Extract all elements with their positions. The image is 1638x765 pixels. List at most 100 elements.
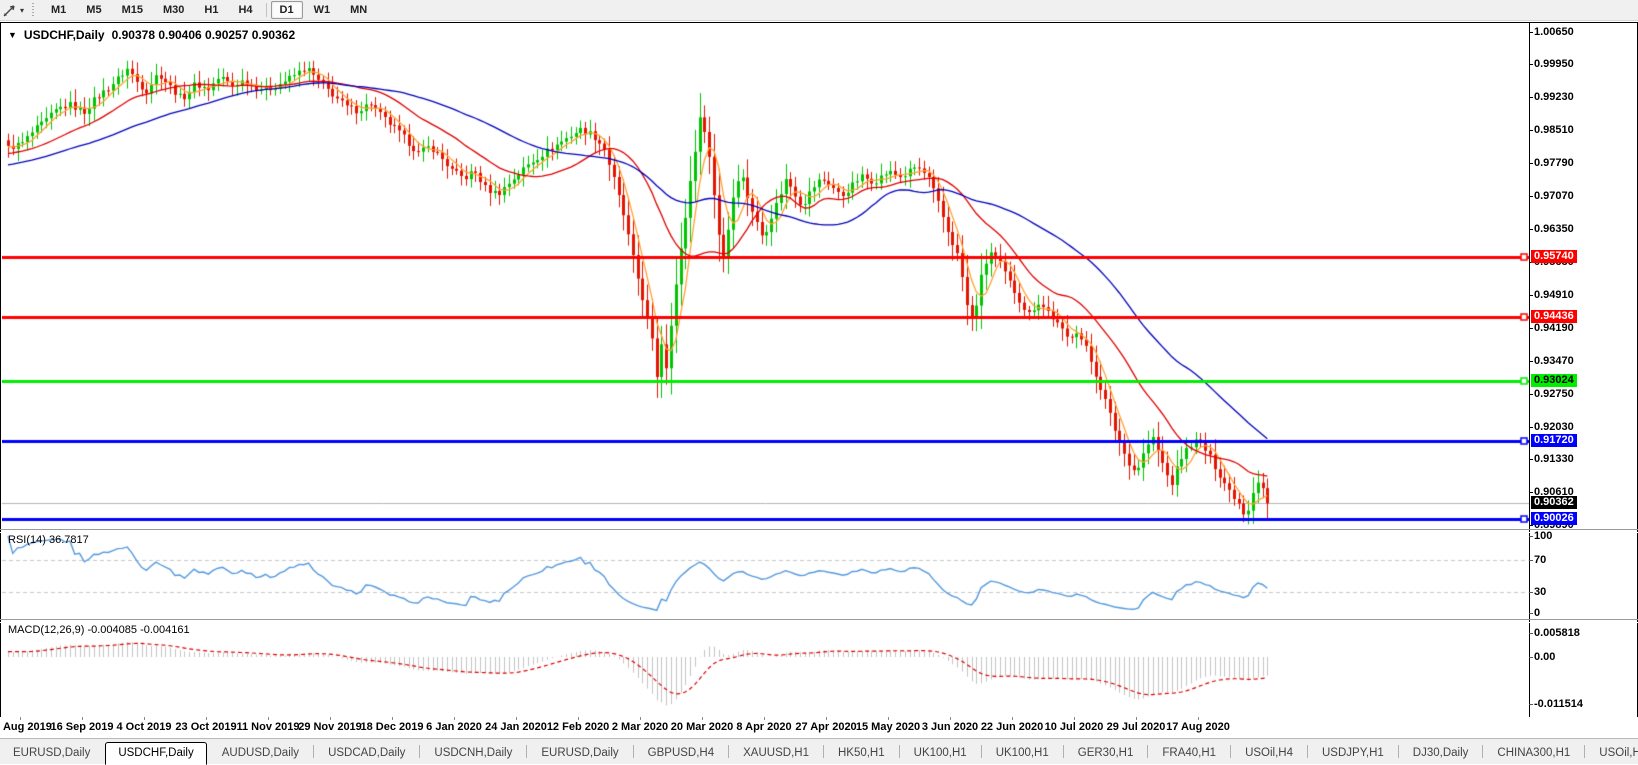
tab-0-eurusd-daily[interactable]: EURUSD,Daily <box>0 743 103 764</box>
tab-8-hk50-h1[interactable]: HK50,H1 <box>825 743 898 764</box>
price-tick-mark <box>1529 130 1533 131</box>
chart-title-ohlc: 0.90378 0.90406 0.90257 0.90362 <box>112 28 296 42</box>
macd-axis-label: 0.00 <box>1534 651 1555 664</box>
tf-button-h1[interactable]: H1 <box>195 1 227 19</box>
tf-button-d1[interactable]: D1 <box>271 1 303 19</box>
current-price-label: 0.90362 <box>1531 496 1577 509</box>
price-tick-label: 0.92030 <box>1534 421 1574 434</box>
tf-button-h4[interactable]: H4 <box>229 1 261 19</box>
chart-title-collapse-icon[interactable]: ▼ <box>8 30 17 40</box>
tab-12-fra40-h1[interactable]: FRA40,H1 <box>1149 743 1229 764</box>
price-tick-label: 0.94190 <box>1534 322 1574 335</box>
cursor-tool-dropdown-icon[interactable]: ▾ <box>20 6 24 15</box>
price-tick-mark <box>1529 64 1533 65</box>
chart-canvas[interactable] <box>2 24 1529 716</box>
tab-9-uk100-h1[interactable]: UK100,H1 <box>901 743 980 764</box>
pane-separator-rsi[interactable] <box>0 529 1638 533</box>
date-label: 17 Aug 2020 <box>1166 721 1230 733</box>
cursor-tool-icon <box>2 3 17 18</box>
date-label: 11 Nov 2019 <box>237 721 300 733</box>
tab-13-usoil-h4[interactable]: USOil,H4 <box>1232 743 1306 764</box>
macd-tick-mark <box>1529 657 1533 658</box>
date-tick-mark <box>516 717 517 720</box>
tab-7-xauusd-h1[interactable]: XAUUSD,H1 <box>730 743 822 764</box>
hline-price-label: 0.91720 <box>1531 434 1577 447</box>
date-label: 20 Mar 2020 <box>671 721 733 733</box>
date-label: 4 Oct 2019 <box>116 721 171 733</box>
hline-price-label: 0.90026 <box>1531 512 1577 525</box>
date-tick-mark <box>888 717 889 720</box>
tab-1-usdchf-daily[interactable]: USDCHF,Daily <box>105 742 206 765</box>
tab-6-gbpusd-h4[interactable]: GBPUSD,H4 <box>635 743 727 764</box>
tab-separator <box>526 745 527 758</box>
date-label: 29 Jul 2020 <box>1107 721 1166 733</box>
rsi-axis-label: 100 <box>1534 530 1552 543</box>
tab-14-usdjpy-h1[interactable]: USDJPY,H1 <box>1309 743 1397 764</box>
tab-5-eurusd-daily[interactable]: EURUSD,Daily <box>528 743 631 764</box>
price-tick-mark <box>1529 394 1533 395</box>
rsi-tick-mark <box>1529 536 1533 537</box>
price-tick-label: 0.92750 <box>1534 388 1574 401</box>
date-tick-mark <box>826 717 827 720</box>
tab-11-ger30-h1[interactable]: GER30,H1 <box>1065 743 1147 764</box>
rsi-tick-mark <box>1529 613 1533 614</box>
date-tick-mark <box>1198 717 1199 720</box>
date-tick-mark <box>20 717 21 720</box>
date-tick-mark <box>702 717 703 720</box>
rsi-indicator-label: RSI(14) 36.7817 <box>8 534 89 546</box>
date-tick-mark <box>764 717 765 720</box>
tab-4-usdcnh-daily[interactable]: USDCNH,Daily <box>421 743 525 764</box>
tf-button-w1[interactable]: W1 <box>305 1 340 19</box>
price-tick-label: 0.97070 <box>1534 190 1574 203</box>
date-tick-mark <box>82 717 83 720</box>
price-tick-label: 1.00650 <box>1534 26 1574 39</box>
tab-separator <box>1063 745 1064 758</box>
hline-price-label: 0.94436 <box>1531 310 1577 323</box>
tab-separator <box>1230 745 1231 758</box>
chart-title-symbol: USDCHF,Daily <box>24 28 105 42</box>
rsi-axis-label: 0 <box>1534 607 1540 620</box>
crosshair-cursor-tool-button[interactable]: ▾ <box>0 1 28 19</box>
tab-15-dj30-daily[interactable]: DJ30,Daily <box>1400 743 1482 764</box>
price-tick-mark <box>1529 32 1533 33</box>
tf-button-mn[interactable]: MN <box>341 1 376 19</box>
pane-separator-macd[interactable] <box>0 619 1638 623</box>
date-tick-mark <box>640 717 641 720</box>
price-tick-label: 0.91330 <box>1534 453 1574 466</box>
chart-title: ▼ USDCHF,Daily 0.90378 0.90406 0.90257 0… <box>8 28 295 42</box>
date-label: 6 Jan 2020 <box>426 721 482 733</box>
date-tick-mark <box>268 717 269 720</box>
tab-16-china300-h1[interactable]: CHINA300,H1 <box>1484 743 1583 764</box>
date-label: 22 Jun 2020 <box>981 721 1043 733</box>
price-tick-label: 0.99230 <box>1534 91 1574 104</box>
price-tick-label: 0.94910 <box>1534 289 1574 302</box>
tf-button-m1[interactable]: M1 <box>42 1 75 19</box>
date-label: 29 Nov 2019 <box>298 721 362 733</box>
tab-separator <box>981 745 982 758</box>
date-label: 10 Jul 2020 <box>1045 721 1104 733</box>
price-tick-mark <box>1529 525 1533 526</box>
price-tick-label: 0.99950 <box>1534 58 1574 71</box>
macd-indicator-label: MACD(12,26,9) -0.004085 -0.004161 <box>8 624 190 636</box>
price-tick-mark <box>1529 295 1533 296</box>
tab-2-audusd-daily[interactable]: AUDUSD,Daily <box>209 743 312 764</box>
date-tick-mark <box>392 717 393 720</box>
chart-tab-bar: EURUSD,DailyUSDCHF,DailyAUDUSD,DailyUSDC… <box>0 738 1638 764</box>
date-axis: 28 Aug 201916 Sep 20194 Oct 201923 Oct 2… <box>0 717 1638 738</box>
tab-10-uk100-h1[interactable]: UK100,H1 <box>983 743 1062 764</box>
tf-button-m5[interactable]: M5 <box>77 1 110 19</box>
tab-3-usdcad-daily[interactable]: USDCAD,Daily <box>315 743 418 764</box>
tab-17-usoil-h1[interactable]: USOil,H1 <box>1586 743 1638 764</box>
date-label: 23 Oct 2019 <box>175 721 236 733</box>
price-tick-mark <box>1529 492 1533 493</box>
date-tick-mark <box>1136 717 1137 720</box>
tab-separator <box>728 745 729 758</box>
macd-tick-mark <box>1529 704 1533 705</box>
tf-button-m15[interactable]: M15 <box>113 1 152 19</box>
hline-price-label: 0.95740 <box>1531 250 1577 263</box>
rsi-axis-label: 30 <box>1534 586 1546 599</box>
tf-button-m30[interactable]: M30 <box>154 1 193 19</box>
mt4-application: { "toolbar": { "cursor_tool_caret": "▾",… <box>0 0 1638 763</box>
tab-separator <box>1147 745 1148 758</box>
tab-separator <box>1584 745 1585 758</box>
